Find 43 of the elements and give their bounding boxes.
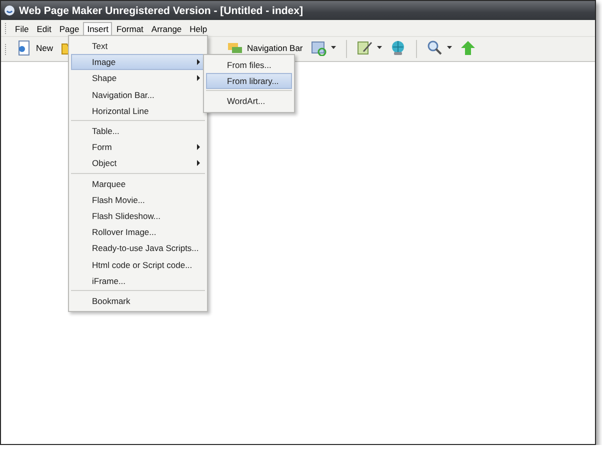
menu-item[interactable]: Form [71,139,205,156]
menu-title[interactable]: Arrange [147,22,186,34]
dropdown-arrow-icon[interactable] [446,46,452,49]
search-icon [426,40,443,56]
menu-item[interactable]: Object [71,155,205,172]
menu-title[interactable]: Edit [32,22,56,34]
menu-item[interactable]: iFrame... [71,272,205,289]
toolbar-button[interactable]: Navigation Bar [224,38,306,58]
submenu-arrow-icon [197,59,200,66]
menu-title[interactable]: Insert [83,22,112,34]
menu-item[interactable]: Html code or Script code... [71,256,205,273]
image-icon [310,40,327,56]
menu-item[interactable]: Flash Slideshow... [71,208,205,224]
menu-item[interactable]: Text [71,38,205,54]
menu-item[interactable]: Bookmark [71,292,205,309]
menu-item[interactable]: From library... [206,73,292,90]
submenu-arrow-icon [197,75,200,82]
toolbar-button[interactable]: New [13,38,56,58]
pen-icon [356,40,373,56]
menu-item[interactable]: Marquee [71,176,205,192]
menu-title[interactable]: Help [186,22,212,34]
menu-item[interactable]: From files... [206,57,292,74]
menu-title[interactable]: Page [55,22,84,34]
menu-item[interactable]: Image [71,54,205,70]
menu-item[interactable]: Navigation Bar... [71,86,205,103]
menu-item[interactable]: Table... [71,122,205,140]
menu-item[interactable]: Rollover Image... [71,224,205,240]
menu-item[interactable]: Horizontal Line [71,102,205,119]
submenu-arrow-icon [197,160,200,166]
page-icon [16,40,32,56]
window-title: Web Page Maker Unregistered Version - [Untitled - index] [19,4,303,16]
menu-item[interactable]: WordArt... [206,93,292,110]
menu-item[interactable]: Shape [71,70,205,87]
dropdown-arrow-icon[interactable] [376,46,382,49]
menu-item[interactable]: Flash Movie... [71,192,205,208]
menu-item[interactable]: Ready-to-use Java Scripts... [71,240,205,256]
dropdown-arrow-icon[interactable] [330,46,336,49]
submenu-arrow-icon [197,144,200,150]
menu-title[interactable]: Format [112,22,148,34]
globe-icon [390,40,406,56]
menu-title[interactable]: File [11,22,33,34]
app-logo-icon [4,5,15,16]
up-arrow-icon [460,40,476,56]
